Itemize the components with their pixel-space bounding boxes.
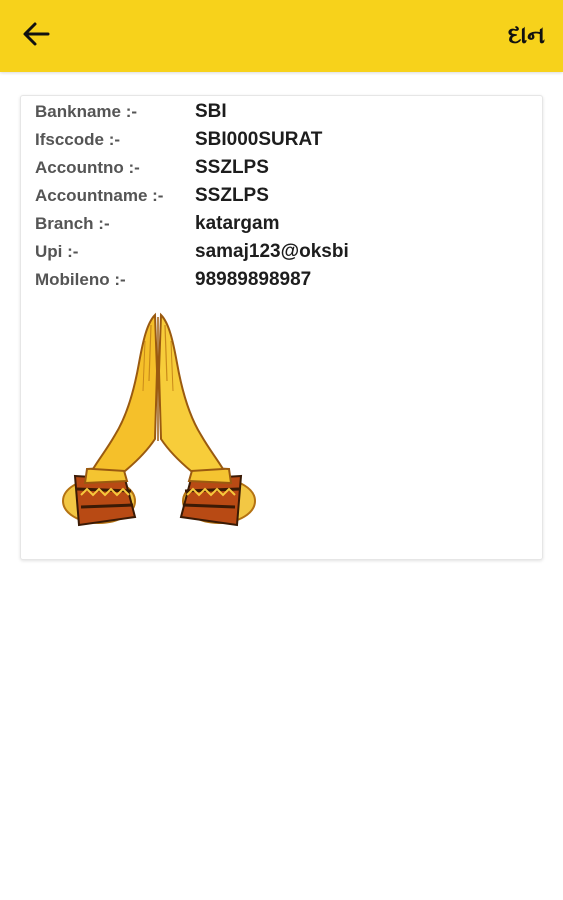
info-label: Accountno :- (35, 158, 140, 177)
right-bangles (179, 465, 256, 527)
info-label: Ifsccode :- (35, 130, 121, 149)
info-row-ifsccode: Ifsccode :- SBI000SURAT (35, 126, 525, 154)
info-row-accountname: Accountname :- SSZLPS (35, 182, 525, 210)
left-hand (91, 312, 159, 473)
info-row-upi: Upi :- samaj123@oksbi (35, 238, 525, 266)
info-row-branch: Branch :- katargam (35, 210, 525, 238)
info-value: samaj123@oksbi (195, 241, 349, 262)
left-bangles (62, 465, 137, 527)
right-hand (157, 312, 225, 473)
info-value: SSZLPS (195, 185, 269, 206)
app-bar: દાન (0, 0, 563, 72)
info-label: Upi :- (35, 242, 79, 261)
info-value: SBI (195, 101, 227, 122)
info-value: 98989898987 (195, 269, 312, 290)
info-row-accountno: Accountno :- SSZLPS (35, 154, 525, 182)
arrow-left-icon (23, 22, 50, 46)
info-label: Branch :- (35, 214, 110, 233)
page-title: દાન (507, 21, 545, 49)
info-value: SSZLPS (195, 157, 269, 178)
namaste-hands-icon (62, 312, 256, 527)
info-label: Bankname :- (35, 102, 138, 121)
info-row-bankname: Bankname :- SBI (35, 98, 525, 126)
info-label: Mobileno :- (35, 270, 126, 289)
info-value: katargam (195, 213, 280, 234)
bank-details-card: Bankname :- SBI Ifsccode :- SBI000SURAT … (20, 95, 543, 560)
info-row-mobileno: Mobileno :- 98989898987 (35, 266, 525, 294)
back-button[interactable] (14, 14, 58, 54)
info-label: Accountname :- (35, 186, 164, 205)
bank-details-list: Bankname :- SBI Ifsccode :- SBI000SURAT … (35, 98, 525, 294)
info-value: SBI000SURAT (195, 129, 323, 150)
